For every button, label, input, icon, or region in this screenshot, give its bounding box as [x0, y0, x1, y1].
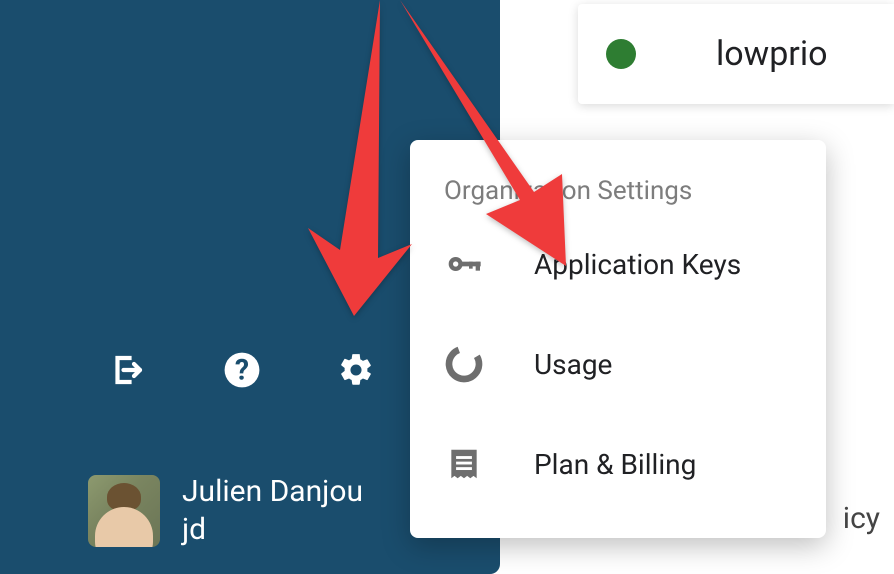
key-icon	[444, 244, 484, 284]
truncated-text: icy	[843, 501, 880, 536]
menu-item-plan-billing[interactable]: Plan & Billing	[410, 414, 826, 514]
menu-item-application-keys[interactable]: Application Keys	[410, 214, 826, 314]
usage-icon	[444, 344, 484, 384]
status-chip[interactable]: lowprio	[578, 4, 894, 104]
svg-text:?: ?	[235, 354, 249, 387]
logout-icon[interactable]	[108, 350, 148, 390]
settings-popup: Organization Settings Application Keys U…	[410, 140, 826, 538]
avatar	[88, 475, 160, 547]
menu-item-usage[interactable]: Usage	[410, 314, 826, 414]
user-username: jd	[182, 511, 363, 549]
user-name: Julien Danjou	[182, 473, 363, 511]
popup-header: Organization Settings	[410, 176, 826, 214]
sidebar-icon-row: ?	[108, 350, 376, 390]
menu-item-label: Application Keys	[534, 248, 741, 281]
user-text: Julien Danjou jd	[182, 473, 363, 548]
settings-icon[interactable]	[336, 350, 376, 390]
status-dot-icon	[606, 39, 636, 69]
status-label: lowprio	[716, 34, 827, 74]
menu-item-label: Usage	[534, 348, 612, 381]
user-block[interactable]: Julien Danjou jd	[88, 473, 363, 548]
menu-item-label: Plan & Billing	[534, 448, 696, 481]
billing-icon	[444, 444, 484, 484]
help-icon[interactable]: ?	[222, 350, 262, 390]
